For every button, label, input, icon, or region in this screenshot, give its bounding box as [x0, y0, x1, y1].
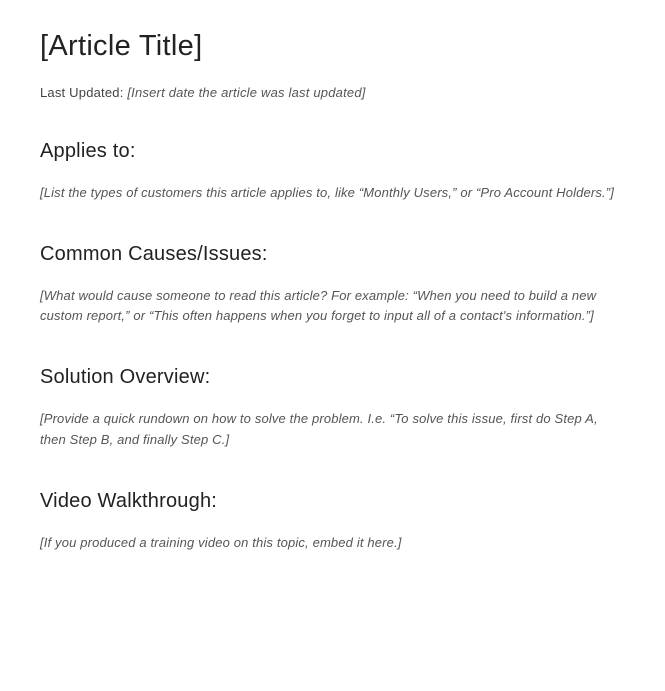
- section-heading-common-causes: Common Causes/Issues:: [40, 243, 625, 266]
- section-body-solution-overview: [Provide a quick rundown on how to solve…: [40, 409, 625, 449]
- last-updated-value: [Insert date the article was last update…: [127, 85, 365, 100]
- section-heading-solution-overview: Solution Overview:: [40, 366, 625, 389]
- section-heading-video-walkthrough: Video Walkthrough:: [40, 490, 625, 513]
- section-solution-overview: Solution Overview: [Provide a quick rund…: [40, 366, 625, 449]
- section-body-video-walkthrough: [If you produced a training video on thi…: [40, 533, 625, 553]
- section-applies-to: Applies to: [List the types of customers…: [40, 140, 625, 203]
- section-video-walkthrough: Video Walkthrough: [If you produced a tr…: [40, 490, 625, 553]
- section-body-applies-to: [List the types of customers this articl…: [40, 183, 625, 203]
- last-updated-row: Last Updated: [Insert date the article w…: [40, 85, 625, 100]
- section-heading-applies-to: Applies to:: [40, 140, 625, 163]
- section-body-common-causes: [What would cause someone to read this a…: [40, 286, 625, 326]
- article-title: [Article Title]: [40, 30, 625, 63]
- last-updated-label: Last Updated:: [40, 85, 127, 100]
- section-common-causes: Common Causes/Issues: [What would cause …: [40, 243, 625, 326]
